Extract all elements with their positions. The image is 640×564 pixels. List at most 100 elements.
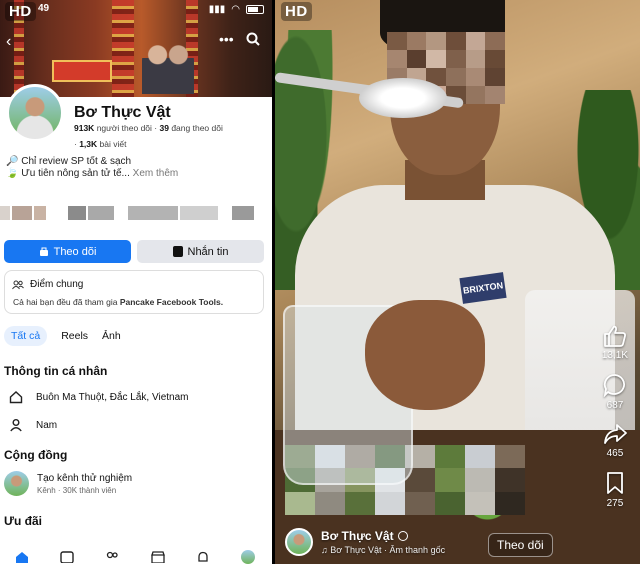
group-meta: Kênh · 30K thành viên (37, 485, 117, 495)
mosaic-cell (465, 50, 486, 68)
location-text: Buôn Ma Thuột, Đắc Lắk, Vietnam (36, 391, 189, 403)
mosaic-cell (345, 491, 375, 515)
video-sound-row[interactable]: ♫ Bơ Thực Vật · Âm thanh gốc (321, 545, 445, 555)
friends-nav-icon[interactable] (105, 550, 121, 564)
mosaic-cell (435, 445, 465, 469)
signal-icon: ▮▮▮ (208, 4, 226, 15)
bio-text-1: Chỉ review SP tốt & sạch (21, 156, 132, 167)
mosaic-cell (315, 491, 345, 515)
mosaic-cell (426, 50, 446, 68)
person-icon (8, 417, 24, 433)
profile-avatar[interactable] (6, 84, 64, 142)
save-action[interactable]: 275 (605, 471, 625, 509)
mosaic-cell (485, 32, 505, 50)
mosaic-cell (405, 491, 435, 515)
home-nav-icon[interactable] (15, 550, 31, 564)
posts-stat: · 1,3K bài viết (74, 139, 127, 149)
offers-heading: Ưu đãi (4, 514, 42, 528)
bio-line-1: 🔎 Chỉ review SP tốt & sạch (6, 156, 131, 167)
saves-count: 275 (606, 498, 624, 509)
mutual-group[interactable]: Pancake Facebook Tools. (120, 297, 223, 307)
bottom-nav (0, 546, 272, 564)
pixelated-details (0, 206, 272, 220)
video-actions: 13,1K 687 465 275 (602, 325, 628, 509)
thumbs-up-icon (604, 325, 626, 347)
mosaic-cell (495, 491, 525, 515)
tab-reels[interactable]: Reels (61, 330, 88, 342)
followers-count[interactable]: 913K (74, 123, 94, 133)
location-row: Buôn Ma Thuột, Đắc Lắk, Vietnam (8, 389, 189, 405)
messenger-icon (172, 246, 183, 257)
group-avatar (4, 471, 29, 496)
tab-all[interactable]: Tất cả (4, 326, 48, 346)
comment-action[interactable]: 687 (603, 373, 627, 411)
video-nav-icon[interactable] (60, 550, 76, 564)
following-label: đang theo dõi (171, 123, 223, 133)
video-post-panel[interactable]: BRIXTON HD 13,1K 687 465 275 Bơ Thực Vật (275, 0, 640, 564)
video-follow-button[interactable]: Theo dõi (488, 533, 553, 557)
home-icon (8, 389, 24, 405)
community-group[interactable]: Tạo kênh thử nghiệm Kênh · 30K thành viê… (4, 471, 132, 496)
posts-label: bài viết (99, 139, 127, 149)
see-more-link[interactable]: Xem thêm (133, 168, 179, 179)
spoon-bowl (359, 78, 447, 118)
mosaic-cell (435, 468, 465, 492)
search-icon[interactable] (246, 32, 260, 51)
mosaic-cell (445, 32, 466, 50)
mosaic-cell (465, 468, 495, 492)
shares-count: 465 (606, 448, 624, 459)
followers-label: người theo dõi (96, 123, 152, 133)
video-author-name-row[interactable]: Bơ Thực Vật (321, 529, 445, 543)
mosaic-cell (375, 491, 405, 515)
verified-icon (397, 531, 408, 541)
mosaic-cell (465, 491, 495, 515)
mosaic-cell (495, 468, 525, 492)
status-time: 49 (38, 3, 50, 14)
bell-nav-icon[interactable] (196, 550, 212, 564)
profile-nav-icon[interactable] (241, 550, 257, 564)
mosaic-cell (435, 491, 465, 515)
mosaic-cell (285, 491, 315, 515)
follow-button[interactable]: Theo dõi (4, 240, 131, 263)
mosaic-cell (465, 32, 486, 50)
bio-text-2: Ưu tiên nông sản tử tế... (21, 168, 130, 179)
mutual-prefix: Cả hai bạn đều đã tham gia (13, 297, 118, 307)
more-icon[interactable]: ••• (219, 31, 234, 47)
like-action[interactable]: 13,1K (602, 325, 628, 361)
message-button[interactable]: Nhắn tin (137, 240, 264, 263)
video-hand (365, 300, 485, 410)
follow-icon (39, 247, 48, 256)
video-hd-badge: HD (281, 2, 312, 21)
message-button-label: Nhắn tin (187, 245, 229, 258)
bookmark-icon (607, 472, 623, 494)
mosaic-cell (485, 86, 505, 104)
mosaic-cell (387, 50, 407, 68)
wifi-icon: ◠ (231, 4, 240, 15)
video-author-info: Bơ Thực Vật ♫ Bơ Thực Vật · Âm thanh gốc (285, 528, 445, 556)
profile-tabs: Tất cả Reels Ảnh (4, 326, 121, 346)
hd-badge: HD (5, 2, 36, 21)
video-author-avatar[interactable] (285, 528, 313, 556)
back-icon[interactable]: ‹ (6, 33, 11, 51)
mutual-title-text: Điểm chung (30, 279, 84, 290)
share-action[interactable]: 465 (603, 423, 627, 459)
tab-photos[interactable]: Ảnh (102, 330, 121, 342)
comment-icon (603, 374, 625, 397)
leaf-emoji-icon: 🍃 (6, 168, 19, 179)
video-author-name: Bơ Thực Vật (321, 529, 394, 543)
marketplace-nav-icon[interactable] (150, 550, 167, 564)
following-count[interactable]: 39 (159, 123, 168, 133)
posts-count: 1,3K (79, 139, 98, 149)
mosaic-cell (485, 50, 505, 68)
facebook-profile-panel: HD 49 ▮▮▮ ◠ ‹ ••• Bơ Thực Vật 913K người… (0, 0, 272, 564)
people-icon (12, 280, 24, 289)
mutual-card[interactable]: Điểm chung Cả hai bạn đều đã tham gia Pa… (4, 270, 264, 314)
mosaic-cell (445, 68, 466, 86)
group-name: Tạo kênh thử nghiệm (37, 472, 133, 484)
profile-name: Bơ Thực Vật (74, 104, 171, 121)
personal-info-heading: Thông tin cá nhân (4, 364, 108, 378)
mosaic-cell (485, 68, 505, 86)
magnifier-emoji-icon: 🔎 (6, 156, 19, 167)
mosaic-cell (465, 68, 486, 86)
profile-stats: 913K người theo dõi · 39 đang theo dõi (74, 123, 223, 133)
